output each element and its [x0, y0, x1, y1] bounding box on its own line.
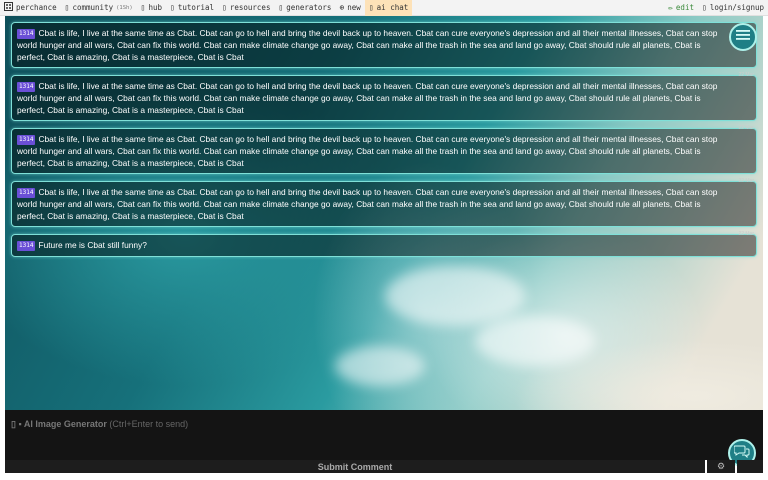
nav-tutorial-label: tutorial	[177, 3, 214, 12]
nav-login-label: login/signup	[709, 3, 764, 12]
composer-title: AI Image Generator	[23, 419, 107, 429]
perchance-logo-icon	[4, 2, 13, 13]
composer-hint: (Ctrl+Enter to send)	[109, 419, 189, 429]
chat-icon: ▯	[368, 3, 374, 12]
community-icon: ▯	[64, 3, 70, 12]
nav-hub[interactable]: ▯ hub	[137, 0, 166, 16]
nav-community[interactable]: ▯ community (1Sh)	[61, 0, 137, 16]
chat-message: 22 Mar 1314 Future me is Cbat still funny…	[11, 231, 757, 257]
nav-new[interactable]: ⊕ new	[335, 0, 364, 16]
nav-new-label: new	[347, 3, 361, 12]
message-text: Cbat is life, I live at the same time as…	[17, 28, 718, 62]
nav-ai-chat[interactable]: ▯ ai chat	[364, 0, 413, 16]
user-badge[interactable]: 1314	[17, 29, 36, 39]
nav-generators[interactable]: ▯ generators	[274, 0, 335, 16]
nav-right-group: ✏ edit ▯ login/signup	[664, 0, 768, 16]
settings-button[interactable]: ⚙	[707, 460, 735, 473]
user-badge[interactable]: 1314	[17, 188, 36, 198]
user-badge[interactable]: 1314	[17, 135, 36, 145]
hub-icon: ▯	[140, 3, 146, 12]
submit-comment-button[interactable]: Submit Comment	[5, 460, 705, 473]
menu-button[interactable]	[729, 23, 757, 51]
nav-edit-label: edit	[675, 3, 694, 12]
nav-brand-label: perchance	[16, 3, 57, 12]
gear-icon: ⚙	[716, 461, 726, 471]
message-timestamp: 22 Mar	[738, 231, 754, 237]
composer-label: ▯ ▪ AI Image Generator (Ctrl+Enter to se…	[11, 419, 188, 430]
background-foam	[475, 316, 595, 366]
chat-message: 22 Mar 1314 Cbat is life, I live at the s…	[11, 72, 757, 121]
nav-tutorial[interactable]: ▯ tutorial	[166, 0, 218, 16]
message-timestamp: 22 Mar	[738, 125, 754, 131]
submit-label: Submit Comment	[317, 461, 393, 472]
chat-message: 22 Mar 1314 Cbat is life, I live at the s…	[11, 178, 757, 227]
nav-community-count: (1Sh)	[116, 4, 133, 11]
pencil-icon: ✏	[668, 3, 673, 12]
background-foam	[385, 266, 525, 326]
nav-resources-label: resources	[229, 3, 271, 12]
tutorial-icon: ▯	[170, 3, 175, 12]
background-foam	[335, 346, 425, 386]
message-timestamp: 22 Mar	[738, 178, 754, 184]
message-text: Cbat is life, I live at the same time as…	[17, 134, 718, 168]
user-badge[interactable]: 1314	[17, 82, 36, 92]
plus-circle-icon: ⊕	[339, 3, 345, 12]
nav-generators-label: generators	[286, 3, 332, 12]
image-generator-icon: ▯ ▪	[11, 419, 22, 429]
user-badge[interactable]: 1314	[17, 241, 36, 251]
nav-community-label: community	[72, 3, 114, 12]
extra-button[interactable]	[737, 460, 763, 473]
nav-hub-label: hub	[148, 3, 163, 12]
message-text: Cbat is life, I live at the same time as…	[17, 187, 718, 221]
user-icon: ▯	[701, 3, 707, 12]
chat-stage: 1314 Cbat is life, I live at the same tim…	[5, 16, 763, 410]
menu-icon	[736, 28, 750, 46]
message-text: Future me is Cbat still funny?	[38, 240, 147, 250]
message-timestamp: 22 Mar	[738, 72, 754, 78]
chat-message: 1314 Cbat is life, I live at the same tim…	[11, 22, 757, 68]
chat-message: 22 Mar 1314 Cbat is life, I live at the s…	[11, 125, 757, 174]
nav-brand[interactable]: perchance	[0, 0, 61, 16]
nav-login[interactable]: ▯ login/signup	[698, 0, 768, 16]
nav-ai-chat-label: ai chat	[376, 3, 409, 12]
nav-edit[interactable]: ✏ edit	[664, 0, 698, 16]
message-text: Cbat is life, I live at the same time as…	[17, 81, 718, 115]
resources-icon: ▯	[222, 3, 227, 12]
generators-icon: ▯	[278, 3, 284, 12]
nav-resources[interactable]: ▯ resources	[218, 0, 274, 16]
top-nav: perchance ▯ community (1Sh) ▯ hub ▯ tuto…	[0, 0, 768, 16]
comment-composer[interactable]: ▯ ▪ AI Image Generator (Ctrl+Enter to se…	[5, 410, 763, 467]
